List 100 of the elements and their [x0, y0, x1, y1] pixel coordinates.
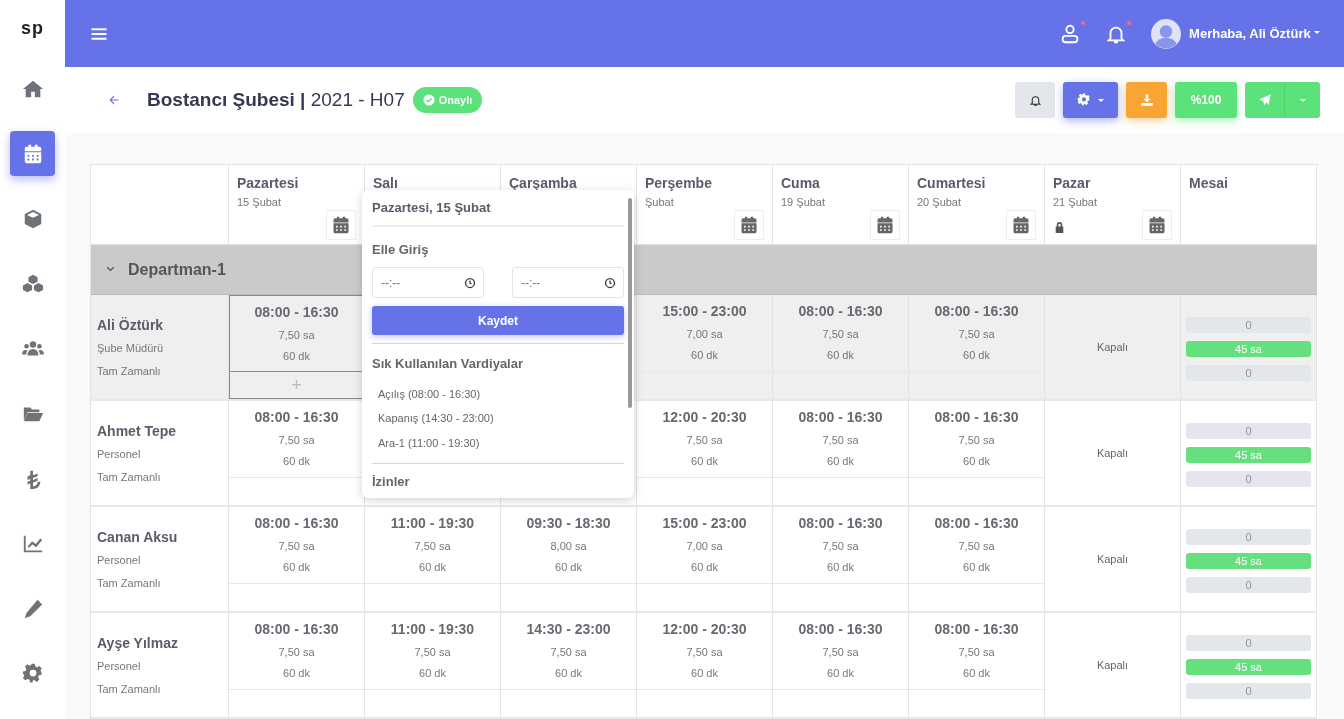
shift-option[interactable]: Ara-1 (11:00 - 19:30): [372, 430, 486, 455]
clock-icon[interactable]: [464, 277, 476, 289]
section-heading: İzinler: [372, 473, 411, 491]
shift-option[interactable]: Açılış (08:00 - 16:30): [372, 381, 487, 406]
hours-bar: 0: [1186, 577, 1311, 593]
calendar-button[interactable]: [734, 210, 764, 240]
break-duration: 60 dk: [962, 665, 991, 681]
time-input[interactable]: --:--: [512, 267, 624, 298]
employee-role: Personel: [97, 447, 142, 462]
shift-hours: 7,50 sa: [277, 328, 316, 343]
shift-hours: 7,50 sa: [685, 645, 724, 660]
shift-block[interactable]: 14:30 - 23:00 7,50 sa 60 dk: [501, 613, 636, 690]
shift-block[interactable]: 08:00 - 16:30 7,50 sa 60 dk: [229, 613, 364, 690]
shift-block[interactable]: 15:00 - 23:00 7,00 sa 60 dk: [637, 507, 772, 584]
user-menu[interactable]: Merhaba, Ali Öztürk: [1189, 23, 1320, 44]
closed-label: Kapalı: [1096, 551, 1129, 567]
shift-time: 09:30 - 18:30: [525, 514, 612, 533]
shift-time: 08:00 - 16:30: [933, 408, 1020, 427]
hours-bar: 0: [1186, 471, 1311, 487]
calendar-button[interactable]: [1142, 210, 1172, 240]
page-title: Bostancı Şubesi | 2021 - H07: [147, 87, 405, 112]
status-badge: Onaylı: [412, 86, 483, 114]
break-duration: 60 dk: [690, 559, 719, 575]
shift-hours: 7,50 sa: [821, 327, 860, 342]
arrow-icon: [107, 93, 121, 107]
day-name: Çarşamba: [509, 174, 578, 193]
shift-time: 15:00 - 23:00: [661, 514, 748, 533]
shift-time: 12:00 - 20:30: [661, 408, 748, 427]
day-date: 21 Şubat: [1053, 195, 1099, 210]
shift-block[interactable]: 08:00 - 16:30 7,50 sa 60 dk: [773, 613, 908, 690]
shift-time: 15:00 - 23:00: [661, 302, 748, 321]
shift-block[interactable]: 12:00 - 20:30 7,50 sa 60 dk: [637, 401, 772, 478]
employee-name: Canan Aksu: [97, 528, 179, 547]
shift-block[interactable]: 08:00 - 16:30 7,50 sa 60 dk: [909, 507, 1044, 584]
settings-dropdown[interactable]: [1063, 82, 1118, 118]
hours-bar: 0: [1186, 529, 1311, 545]
day-name: Salı: [373, 174, 399, 193]
hours-bar: 0: [1186, 365, 1311, 381]
shift-hours: 7,50 sa: [821, 539, 860, 554]
shift-block[interactable]: 08:00 - 16:30 7,50 sa 60 dk: [909, 613, 1044, 690]
shift-hours: 7,50 sa: [277, 645, 316, 660]
shift-time: 08:00 - 16:30: [253, 303, 340, 322]
settings-icon: [21, 662, 44, 685]
shift-block[interactable]: 08:00 - 16:30 7,50 sa 60 dk: [229, 507, 364, 584]
shift-block[interactable]: 09:30 - 18:30 8,00 sa 60 dk: [501, 507, 636, 584]
closed-label: Kapalı: [1096, 339, 1129, 355]
break-duration: 60 dk: [282, 559, 311, 575]
calendar-icon: [875, 215, 895, 235]
calendar-button[interactable]: [326, 210, 356, 240]
shift-block[interactable]: 08:00 - 16:30 7,50 sa 60 dk: [773, 507, 908, 584]
closed-label: Kapalı: [1096, 445, 1129, 461]
calendar-icon: [1147, 215, 1167, 235]
save-button[interactable]: Kaydet: [372, 306, 624, 335]
shift-block[interactable]: 08:00 - 16:30 7,50 sa 60 dk: [773, 401, 908, 478]
employee-name: Ayşe Yılmaz: [97, 634, 179, 653]
day-date: 15 Şubat: [237, 195, 283, 210]
shift-block[interactable]: 12:00 - 20:30 7,50 sa 60 dk: [637, 613, 772, 690]
logo-text: sp: [20, 16, 45, 40]
time-input[interactable]: --:--: [372, 267, 484, 298]
break-duration: 60 dk: [962, 453, 991, 469]
break-duration: 60 dk: [826, 559, 855, 575]
day-name: Cuma: [781, 174, 821, 193]
employee-role: Personel: [97, 553, 142, 568]
sidebar-item[interactable]: [10, 131, 55, 176]
day-date: 19 Şubat: [781, 195, 827, 210]
shift-time: 08:00 - 16:30: [797, 514, 884, 533]
bell-icon: [1028, 93, 1042, 107]
hours-bar: 0: [1186, 423, 1311, 439]
shift-time: 12:00 - 20:30: [661, 620, 748, 639]
shift-hours: 7,50 sa: [957, 645, 996, 660]
hours-bar: 0: [1186, 635, 1311, 651]
closed-label: Kapalı: [1096, 657, 1129, 673]
employee-name: Ali Öztürk: [97, 316, 165, 335]
shift-hours: 7,50 sa: [277, 433, 316, 448]
break-duration: 60 dk: [554, 665, 583, 681]
employee-name: Ahmet Tepe: [97, 422, 178, 441]
calendar-button[interactable]: [870, 210, 900, 240]
calendar-button[interactable]: [1006, 210, 1036, 240]
shift-block[interactable]: 11:00 - 19:30 7,50 sa 60 dk: [365, 613, 500, 690]
break-duration: 60 dk: [282, 665, 311, 681]
break-duration: 60 dk: [418, 665, 447, 681]
shift-option[interactable]: Kapanış (14:30 - 23:00): [372, 406, 500, 431]
shift-block[interactable]: 08:00 - 16:30 7,50 sa 60 dk: [909, 401, 1044, 478]
break-duration: 60 dk: [690, 453, 719, 469]
shift-time: 08:00 - 16:30: [253, 514, 340, 533]
shift-time: 08:00 - 16:30: [933, 514, 1020, 533]
shift-block[interactable]: 11:00 - 19:30 7,50 sa 60 dk: [365, 507, 500, 584]
shift-hours: 8,00 sa: [549, 539, 588, 554]
day-name: Perşembe: [645, 174, 713, 193]
download-icon: [1139, 93, 1154, 107]
notification-button[interactable]: [1015, 82, 1055, 118]
hours-bar: 45 sa: [1186, 659, 1311, 675]
back-button[interactable]: [107, 93, 121, 107]
clock-icon[interactable]: [604, 277, 616, 289]
break-duration: 60 dk: [690, 665, 719, 681]
shift-time: 11:00 - 19:30: [389, 514, 476, 533]
section-heading: Sık Kullanılan Vardiyalar: [372, 355, 524, 373]
hours-bar: 45 sa: [1186, 341, 1311, 357]
shift-hours: 7,50 sa: [957, 539, 996, 554]
employment-type: Tam Zamanlı: [97, 681, 162, 697]
